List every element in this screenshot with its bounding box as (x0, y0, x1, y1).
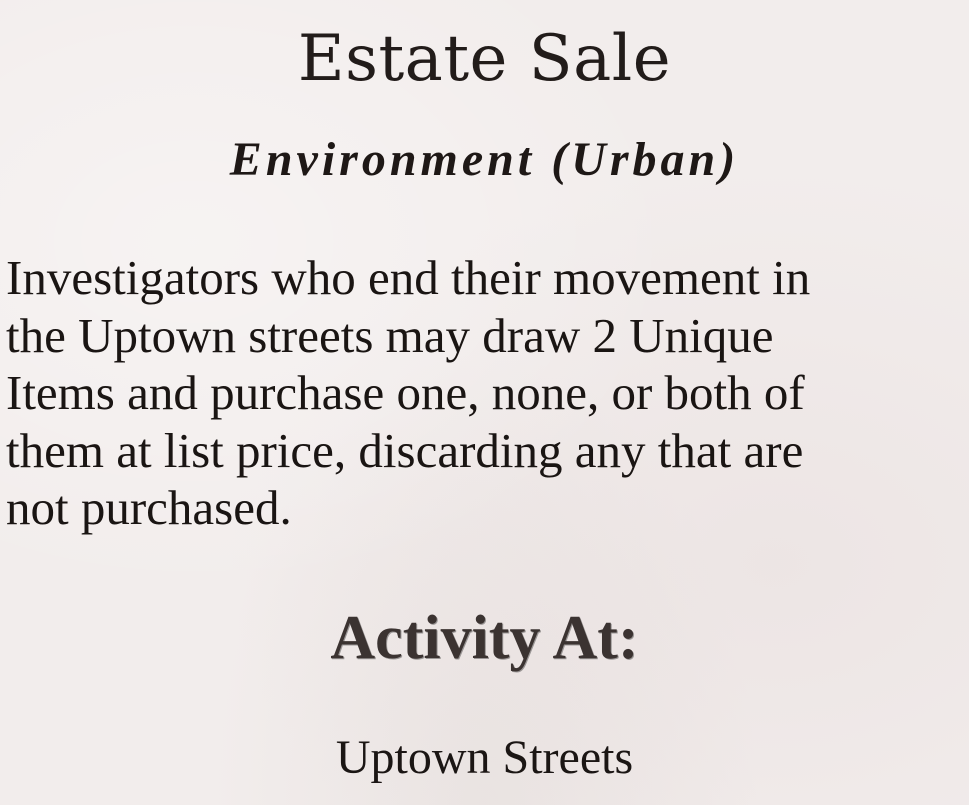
activity-heading: Activity At: (330, 604, 639, 672)
card-subtitle: Environment (Urban) (229, 133, 740, 186)
body-line: not purchased. (6, 480, 292, 535)
activity-location: Uptown Streets (335, 731, 634, 784)
card-body: Investigators who end their movement in … (6, 249, 968, 537)
card-title: Estate Sale (297, 22, 672, 96)
body-line: them at list price, discarding any that … (6, 422, 804, 478)
body-line: Investigators who end their movement in (6, 250, 811, 305)
body-line: Items and purchase one, none, or both of (6, 365, 805, 420)
card: Estate Sale Environment (Urban) Investig… (0, 0, 969, 805)
body-line: the Uptown streets may draw 2 Unique (6, 307, 774, 363)
